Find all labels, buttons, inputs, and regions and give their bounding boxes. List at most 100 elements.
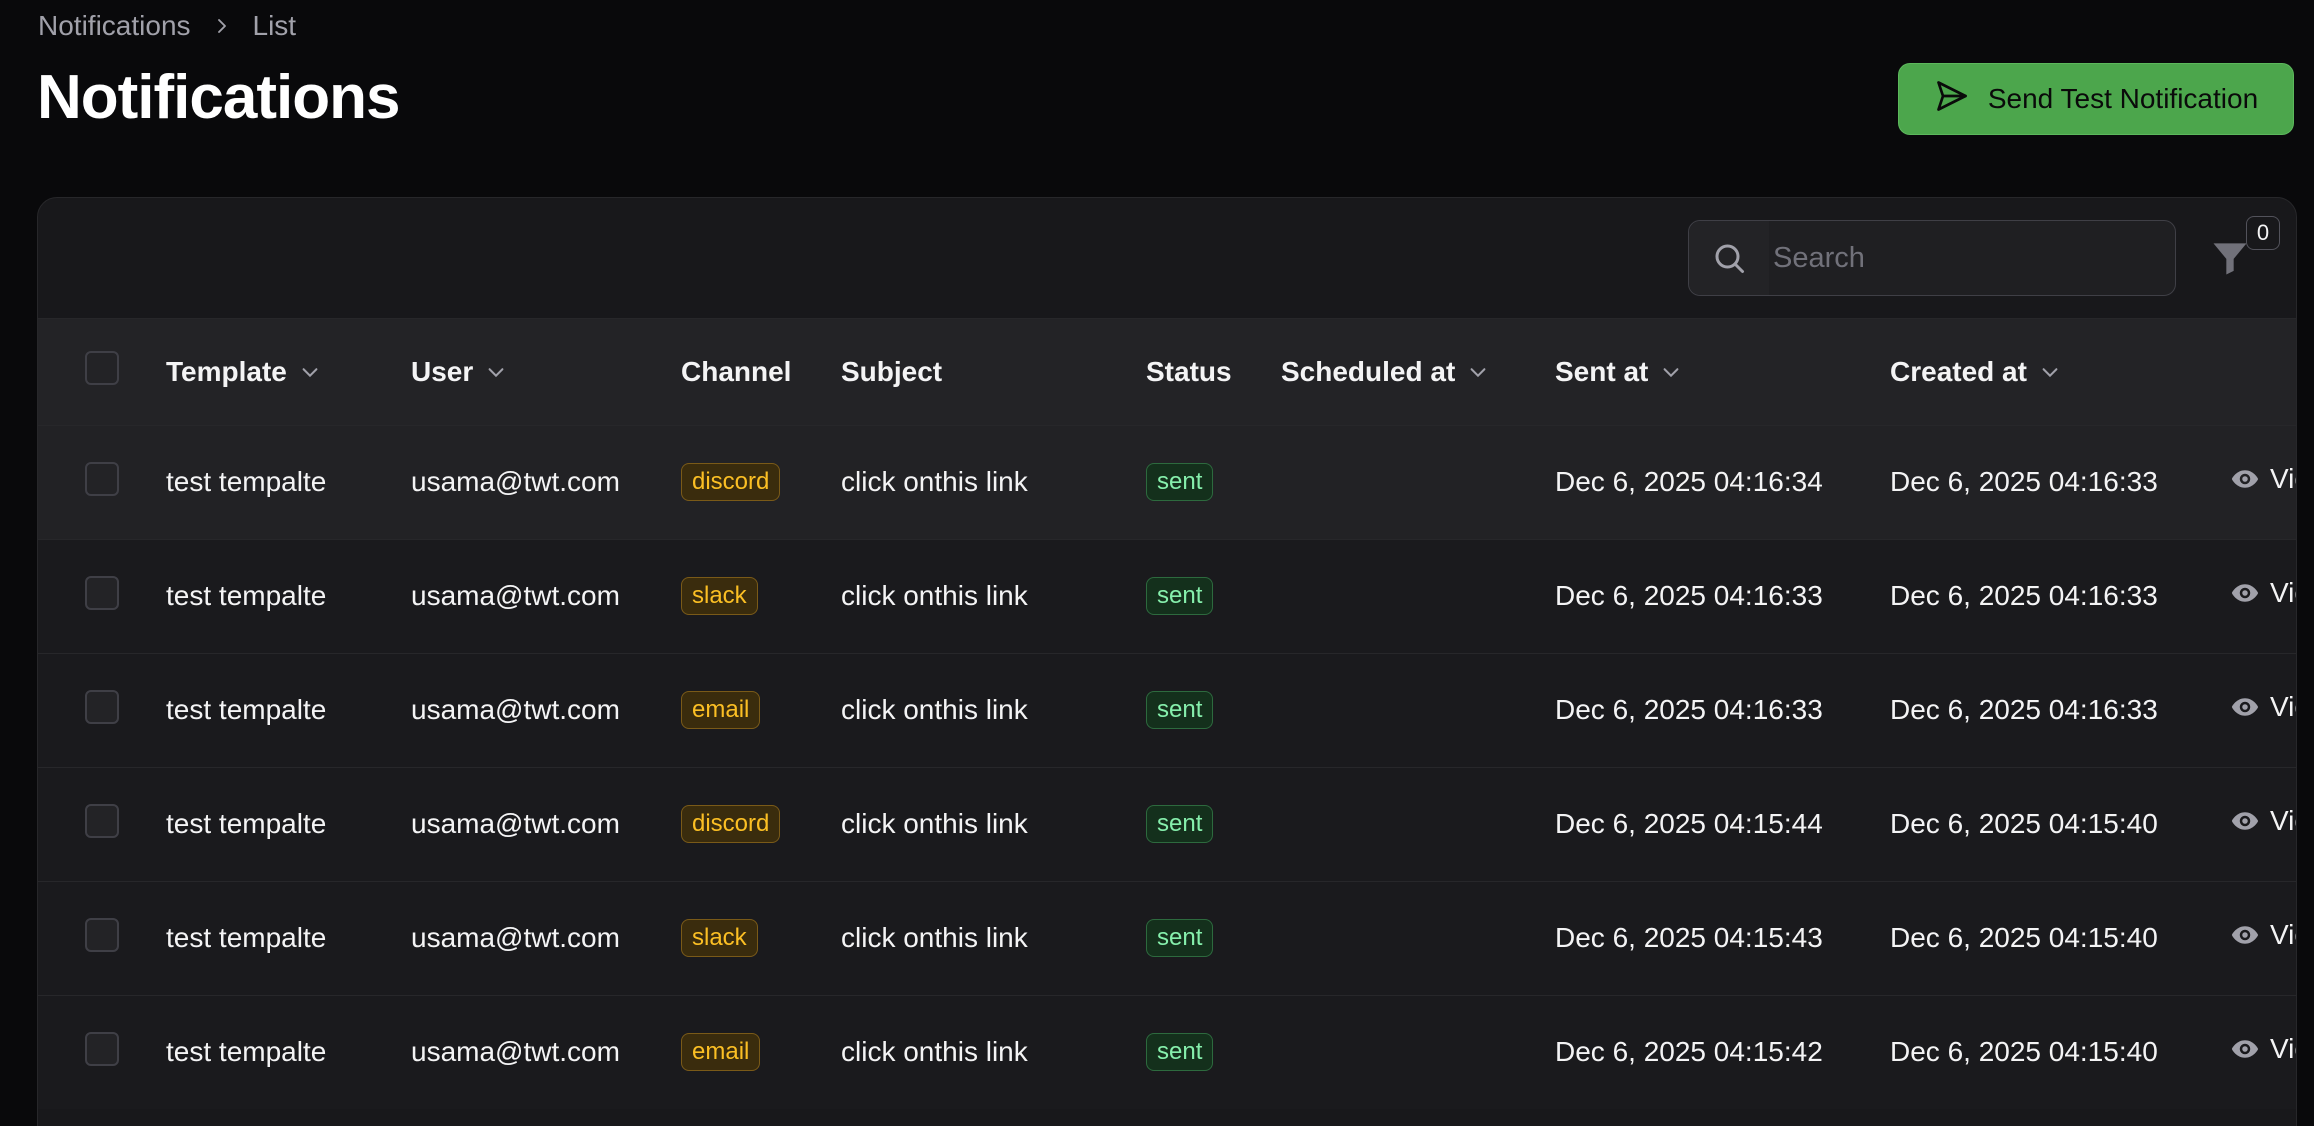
cell-subject: click onthis link — [841, 1036, 1028, 1068]
cell-sent-at: Dec 6, 2025 04:15:44 — [1555, 808, 1823, 839]
eye-icon — [2231, 1040, 2259, 1058]
status-badge: sent — [1146, 463, 1214, 501]
cell-actions: View — [2230, 539, 2296, 653]
cell-created-at: Dec 6, 2025 04:15:40 — [1890, 1036, 2158, 1068]
view-action[interactable]: View — [2230, 577, 2296, 609]
cell-channel: slack — [681, 539, 841, 653]
table-row[interactable]: test tempalte usama@twt.com email click ont… — [38, 653, 2296, 767]
send-test-notification-button[interactable]: Send Test Notification — [1898, 63, 2294, 135]
cell-sent-at: Dec 6, 2025 04:16:33 — [1555, 694, 1823, 725]
view-label: View — [2270, 577, 2296, 608]
breadcrumb-item-notifications[interactable]: Notifications — [38, 10, 191, 42]
column-header-scheduled-at[interactable]: Scheduled at — [1281, 356, 1489, 388]
cell-status: sent — [1146, 995, 1281, 1109]
search-box — [1688, 220, 2176, 296]
funnel-icon — [2208, 243, 2252, 284]
column-header-template[interactable]: Template — [166, 356, 321, 388]
row-checkbox[interactable] — [85, 803, 119, 838]
page-title: Notifications — [37, 63, 400, 132]
column-header-subject: Subject — [841, 355, 943, 387]
breadcrumb: Notifications List — [38, 10, 296, 42]
cell-created-at: Dec 6, 2025 04:15:40 — [1890, 808, 2158, 839]
row-checkbox[interactable] — [85, 689, 119, 724]
notifications-table-card: 0 Template User Channel — [37, 197, 2297, 1126]
column-header-channel: Channel — [681, 355, 792, 387]
table-row[interactable]: test tempalte usama@twt.com discord click o… — [38, 767, 2296, 881]
view-action[interactable]: View — [2230, 805, 2296, 837]
cell-scheduled-at — [1281, 425, 1555, 539]
cell-channel: email — [681, 995, 841, 1109]
eye-icon — [2231, 926, 2259, 944]
cell-status: sent — [1146, 653, 1281, 767]
row-checkbox[interactable] — [85, 461, 119, 496]
chevron-down-icon — [1663, 367, 1679, 377]
cell-status: sent — [1146, 425, 1281, 539]
cell-template: test tempalte — [166, 808, 327, 839]
cell-user: usama@twt.com — [411, 808, 620, 839]
column-header-created-at[interactable]: Created at — [1890, 356, 2061, 388]
view-label: View — [2270, 1033, 2296, 1065]
cell-subject: click onthis link — [841, 922, 1028, 953]
cell-channel: discord — [681, 767, 841, 881]
row-checkbox[interactable] — [85, 917, 119, 952]
table-row[interactable]: test tempalte usama@twt.com email click ont… — [38, 995, 2296, 1109]
cell-sent-at: Dec 6, 2025 04:16:34 — [1555, 466, 1823, 497]
column-header-status: Status — [1146, 355, 1232, 387]
cell-scheduled-at — [1281, 995, 1555, 1109]
cell-created-at: Dec 6, 2025 04:16:33 — [1890, 466, 2158, 497]
notifications-page: Notifications List Notifications Send Te… — [0, 0, 2314, 1126]
search-input[interactable] — [1769, 221, 2175, 295]
cell-user: usama@twt.com — [411, 580, 620, 611]
view-action[interactable]: View — [2230, 1033, 2296, 1065]
channel-badge: slack — [681, 577, 758, 615]
cell-actions: View — [2230, 653, 2296, 767]
cell-actions: View — [2230, 995, 2296, 1109]
cell-scheduled-at — [1281, 767, 1555, 881]
channel-badge: email — [681, 1033, 761, 1072]
cell-created-at: Dec 6, 2025 04:16:33 — [1890, 694, 2158, 725]
cell-scheduled-at — [1281, 653, 1555, 767]
chevron-down-icon — [488, 367, 504, 377]
view-label: View — [2270, 919, 2296, 950]
cell-actions: View — [2230, 881, 2296, 995]
cell-actions: View — [2230, 767, 2296, 881]
filter-count-badge: 0 — [2246, 216, 2280, 250]
cell-template: test tempalte — [166, 580, 327, 611]
channel-badge: email — [681, 691, 761, 729]
cell-user: usama@twt.com — [411, 466, 620, 497]
table-row[interactable]: test tempalte usama@twt.com slack click ont… — [38, 539, 2296, 653]
cell-sent-at: Dec 6, 2025 04:15:42 — [1555, 1036, 1823, 1068]
row-checkbox[interactable] — [85, 1031, 119, 1066]
cell-status: sent — [1146, 539, 1281, 653]
cell-channel: discord — [681, 425, 841, 539]
cell-status: sent — [1146, 881, 1281, 995]
cell-sent-at: Dec 6, 2025 04:15:43 — [1555, 922, 1823, 953]
chevron-down-icon — [1470, 367, 1486, 377]
cell-sent-at: Dec 6, 2025 04:16:33 — [1555, 580, 1823, 611]
table-row[interactable]: test tempalte usama@twt.com slack click ont… — [38, 881, 2296, 995]
row-checkbox[interactable] — [85, 575, 119, 610]
channel-badge: discord — [681, 805, 781, 843]
view-label: View — [2270, 463, 2296, 494]
cell-actions: View — [2230, 425, 2296, 539]
cell-user: usama@twt.com — [411, 922, 620, 953]
cell-subject: click onthis link — [841, 694, 1028, 725]
cell-template: test tempalte — [166, 1036, 327, 1068]
view-action[interactable]: View — [2230, 691, 2296, 723]
eye-icon — [2231, 812, 2259, 830]
cell-subject: click onthis link — [841, 466, 1028, 497]
view-action[interactable]: View — [2230, 919, 2296, 951]
table-row[interactable]: test tempalte usama@twt.com discord click o… — [38, 425, 2296, 539]
cell-subject: click onthis link — [841, 808, 1028, 839]
search-icon — [1689, 221, 1769, 295]
status-badge: sent — [1146, 805, 1214, 843]
channel-badge: discord — [681, 463, 781, 501]
column-header-sent-at[interactable]: Sent at — [1555, 356, 1682, 388]
eye-icon — [2231, 584, 2259, 602]
column-header-user[interactable]: User — [411, 356, 507, 388]
status-badge: sent — [1146, 919, 1214, 957]
chevron-down-icon — [2042, 367, 2058, 377]
select-all-checkbox[interactable] — [85, 351, 119, 386]
cell-channel: slack — [681, 881, 841, 995]
view-action[interactable]: View — [2230, 463, 2296, 495]
